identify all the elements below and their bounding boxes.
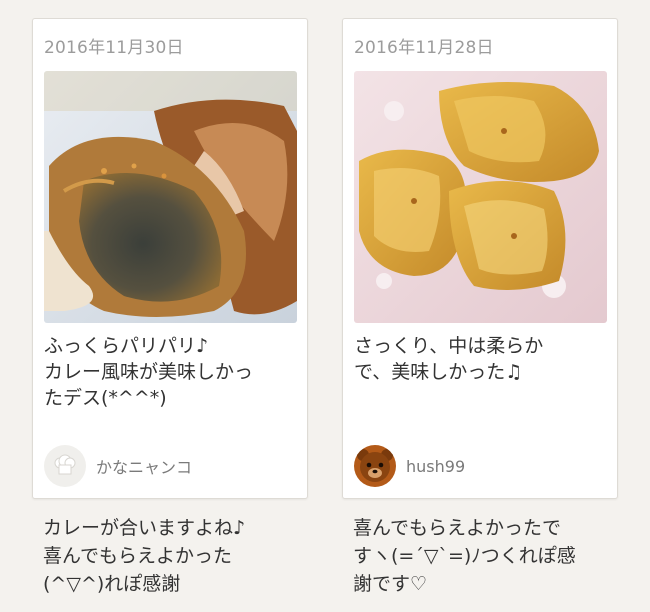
author-reply: カレーが合いますよね♪ 喜んでもらえよかった (^▽^)れぽ感謝 [43, 514, 305, 598]
tsukurepo-card[interactable]: 2016年11月30日 ふっくらパリパリ♪ カレー風味が美味しかっ たデス(*^… [32, 18, 308, 499]
report-date: 2016年11月30日 [44, 38, 184, 58]
report-photo[interactable] [354, 71, 607, 323]
comment-line: さっくり、中は柔らか [354, 335, 544, 357]
default-chef-hat-icon[interactable] [44, 445, 86, 487]
report-comment: さっくり、中は柔らか で、美味しかった♫ [354, 333, 610, 385]
comment-line: たデス(*^^*) [44, 387, 167, 409]
bear-avatar-icon[interactable] [354, 445, 396, 487]
fried-fish-photo [44, 71, 297, 323]
reply-line: すヽ(=´▽`=)ﾉつくれぽ感 [353, 545, 576, 567]
reply-line: 喜んでもらえよかった [43, 545, 233, 567]
report-comment: ふっくらパリパリ♪ カレー風味が美味しかっ たデス(*^^*) [44, 333, 300, 411]
username[interactable]: かなニャンコ [96, 454, 192, 478]
reply-line: カレーが合いますよね♪ [43, 517, 246, 539]
report-date: 2016年11月28日 [354, 38, 494, 58]
report-photo[interactable] [44, 71, 297, 323]
reply-line: (^▽^)れぽ感謝 [43, 573, 181, 595]
username[interactable]: hush99 [406, 457, 465, 476]
comment-line: で、美味しかった♫ [354, 361, 523, 383]
author-reply: 喜んでもらえよかったで すヽ(=´▽`=)ﾉつくれぽ感 謝です♡ [353, 514, 615, 598]
report-user[interactable]: hush99 [354, 445, 465, 487]
reply-line: 喜んでもらえよかったで [353, 517, 562, 539]
fried-tofu-photo [354, 71, 607, 323]
comment-line: カレー風味が美味しかっ [44, 361, 254, 383]
tsukurepo-column-2: 2016年11月28日 さっくり、中は柔らか で、美味しかった♫ hush99 … [342, 18, 618, 595]
report-user[interactable]: かなニャンコ [44, 445, 192, 487]
tsukurepo-card[interactable]: 2016年11月28日 さっくり、中は柔らか で、美味しかった♫ hush99 [342, 18, 618, 499]
tsukurepo-column-1: 2016年11月30日 ふっくらパリパリ♪ カレー風味が美味しかっ たデス(*^… [32, 18, 308, 595]
reply-line: 謝です♡ [353, 573, 428, 595]
comment-line: ふっくらパリパリ♪ [44, 335, 209, 357]
